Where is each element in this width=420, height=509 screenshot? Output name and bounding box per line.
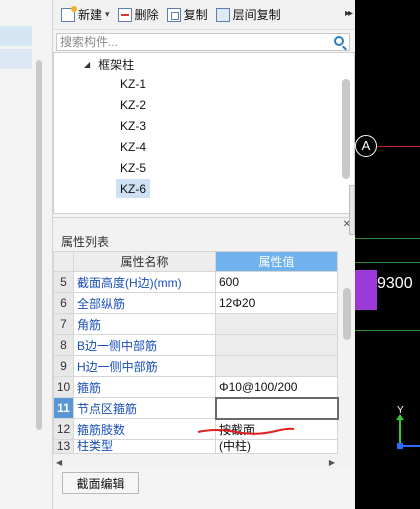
chevron-down-icon[interactable]: ▾ <box>105 9 110 20</box>
grid-line <box>355 262 420 263</box>
ucs-y-label: Y <box>397 405 404 416</box>
row-number: 8 <box>53 334 74 356</box>
property-row-selected[interactable]: 11 节点区箍筋 <box>53 396 339 420</box>
left-panel-selection[interactable] <box>0 26 32 46</box>
property-table: 属性名称 属性值 5 截面高度(H边)(mm) 600 6 全部纵筋 12Φ20… <box>53 251 339 454</box>
new-button-label: 新建 <box>78 8 103 22</box>
column-header-name[interactable]: 属性名称 <box>73 251 216 272</box>
property-row[interactable]: 9 H边一侧中部筋 <box>53 355 338 377</box>
property-row[interactable]: 5 截面高度(H边)(mm) 600 <box>53 271 338 293</box>
search-box <box>56 33 350 51</box>
property-row[interactable]: 7 角筋 <box>53 313 338 335</box>
floor-copy-button[interactable]: 层间复制 <box>212 4 285 26</box>
search-icon[interactable] <box>334 36 344 46</box>
tree-item[interactable]: KZ-4 <box>116 137 150 156</box>
component-tree: ◢ 框架柱 KZ-1 KZ-2 KZ-3 KZ-4 KZ-5 KZ-6 <box>53 52 355 214</box>
property-value[interactable] <box>215 355 338 377</box>
row-number: 11 <box>53 397 74 419</box>
row-number: 13 <box>53 439 74 454</box>
property-name: 柱类型 <box>73 439 216 454</box>
new-button[interactable]: 新建 ▾ <box>57 4 114 26</box>
tree-item-selected[interactable]: KZ-6 <box>116 179 151 198</box>
component-toolbar: 新建 ▾ 删除 复制 层间复制 ▸▸ <box>53 0 355 30</box>
delete-button[interactable]: 删除 <box>114 4 163 26</box>
row-number-header <box>53 251 74 272</box>
tree-item[interactable]: KZ-2 <box>116 95 150 114</box>
row-number: 7 <box>53 313 74 335</box>
delete-button-label: 删除 <box>134 8 159 22</box>
section-edit-button[interactable]: 截面编辑 <box>62 472 139 494</box>
tree-item[interactable]: KZ-1 <box>116 74 150 93</box>
tree-root-frame-column[interactable]: ◢ 框架柱 <box>84 55 134 73</box>
property-name: 箍筋 <box>73 376 216 398</box>
column-element[interactable] <box>355 270 377 310</box>
property-value-editor[interactable] <box>214 396 339 420</box>
property-row[interactable]: 8 B边一侧中部筋 <box>53 334 338 356</box>
property-name: 箍筋肢数 <box>73 418 216 440</box>
drawing-canvas[interactable]: A 9300 Y <box>355 0 420 509</box>
property-value[interactable] <box>215 313 338 335</box>
copy-icon <box>166 7 181 22</box>
toolbar-overflow-icon[interactable]: ▸▸ <box>345 8 353 19</box>
row-number: 10 <box>53 376 74 398</box>
search-input[interactable] <box>57 34 327 50</box>
tree-root-label: 框架柱 <box>98 57 135 72</box>
left-panel-scrollbar[interactable] <box>36 60 42 430</box>
dimension-text: 9300 <box>377 275 413 292</box>
scroll-right-icon[interactable]: ▶ <box>329 458 335 467</box>
delete-icon <box>117 7 132 22</box>
axis-line <box>377 146 420 147</box>
tree-scrollbar[interactable] <box>342 79 350 179</box>
property-name: B边一侧中部筋 <box>73 334 216 356</box>
property-row[interactable]: 13 柱类型 (中柱) <box>53 439 338 454</box>
property-value[interactable]: Φ10@100/200 <box>215 376 338 398</box>
floor-copy-button-label: 层间复制 <box>232 8 281 22</box>
grid-line <box>355 330 420 331</box>
axis-label-circle: A <box>355 135 377 157</box>
row-number: 5 <box>53 271 74 293</box>
property-value[interactable]: 600 <box>215 271 338 293</box>
tree-item[interactable]: KZ-3 <box>116 116 150 135</box>
left-panel-selection-2[interactable] <box>0 49 32 69</box>
property-value[interactable]: 12Φ20 <box>215 292 338 314</box>
floor-copy-icon <box>215 7 230 22</box>
property-name: 节点区箍筋 <box>73 397 216 419</box>
row-number: 12 <box>53 418 74 440</box>
property-name: H边一侧中部筋 <box>73 355 216 377</box>
property-value[interactable] <box>215 334 338 356</box>
coordinate-axes-icon: Y <box>396 405 420 449</box>
property-table-header: 属性名称 属性值 <box>53 251 338 272</box>
copy-button[interactable]: 复制 <box>163 4 212 26</box>
scroll-left-icon[interactable]: ◀ <box>56 458 62 467</box>
column-header-value[interactable]: 属性值 <box>215 251 338 272</box>
property-scrollbar[interactable] <box>343 288 351 340</box>
row-number: 9 <box>53 355 74 377</box>
property-name: 全部纵筋 <box>73 292 216 314</box>
expand-caret-icon[interactable]: ◢ <box>84 60 90 69</box>
property-name: 角筋 <box>73 313 216 335</box>
property-row[interactable]: 6 全部纵筋 12Φ20 <box>53 292 338 314</box>
red-annotation-underline <box>197 427 295 435</box>
left-side-panel <box>0 0 53 509</box>
component-panel: 新建 ▾ 删除 复制 层间复制 ▸▸ ◢ 框架柱 KZ-1 KZ-2 KZ-3 … <box>53 0 355 509</box>
copy-button-label: 复制 <box>183 8 208 22</box>
row-number: 6 <box>53 292 74 314</box>
property-panel: ✕ 属性列表 属性名称 属性值 5 截面高度(H边)(mm) 600 6 全部纵… <box>53 217 355 469</box>
property-row[interactable]: 10 箍筋 Φ10@100/200 <box>53 376 338 398</box>
grid-line <box>355 238 420 239</box>
property-value[interactable]: (中柱) <box>215 439 338 454</box>
property-name: 截面高度(H边)(mm) <box>73 271 216 293</box>
new-file-icon <box>61 5 77 22</box>
tree-item[interactable]: KZ-5 <box>116 158 150 177</box>
property-panel-title: 属性列表 <box>61 235 110 249</box>
